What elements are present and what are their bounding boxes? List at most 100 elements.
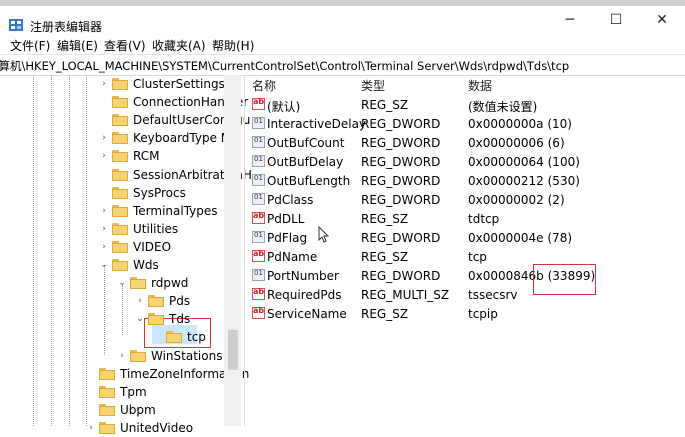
folder-icon — [148, 295, 164, 308]
tree-scrollbar-thumb[interactable] — [228, 330, 238, 370]
string-value-icon — [252, 97, 265, 110]
value-data: tdtcp — [468, 212, 500, 226]
folder-icon — [99, 367, 115, 380]
annotation-box-port — [533, 264, 596, 295]
chevron-right-icon[interactable]: › — [99, 206, 109, 216]
folder-icon — [112, 222, 128, 235]
tree-item-tpm[interactable]: Tpm — [86, 383, 147, 401]
menu-view[interactable]: 查看(V) — [104, 37, 146, 54]
tree-item-pds[interactable]: › Pds — [135, 292, 190, 310]
value-data: 0x00000064 (100) — [468, 155, 580, 169]
folder-icon — [112, 78, 128, 90]
tree-item-terminaltypes[interactable]: › TerminalTypes — [99, 202, 218, 220]
value-data: (数值未设置) — [468, 100, 538, 114]
tree-scrollbar[interactable] — [224, 75, 241, 426]
chevron-down-icon[interactable]: ⌄ — [99, 260, 109, 270]
binary-value-icon — [252, 231, 265, 243]
value-name: PdDLL — [267, 212, 305, 226]
chevron-right-icon[interactable]: › — [99, 79, 109, 89]
tree-item-tds[interactable]: ⌄ Tds — [135, 310, 190, 328]
value-row-outbufcount[interactable]: OutBufCount REG_DWORD 0x00000006 (6) — [252, 134, 682, 153]
menu-help[interactable]: 帮助(H) — [212, 37, 254, 54]
folder-icon — [112, 259, 128, 271]
menu-favorites[interactable]: 收藏夹(A) — [152, 37, 206, 54]
column-header-name[interactable]: 名称 — [252, 77, 276, 94]
minimize-button[interactable]: ─ — [547, 6, 593, 34]
address-bar[interactable]: 计算机\HKEY_LOCAL_MACHINE\SYSTEM\CurrentCon… — [0, 54, 685, 76]
value-name: PdFlag — [267, 231, 308, 245]
value-type: REG_DWORD — [361, 136, 441, 150]
value-row-pdclass[interactable]: PdClass REG_DWORD 0x00000002 (2) — [252, 191, 682, 210]
tree-item-label: rdpwd — [151, 276, 189, 291]
pane-splitter[interactable] — [244, 75, 245, 426]
binary-value-icon — [252, 117, 265, 129]
value-row-pdflag[interactable]: PdFlag REG_DWORD 0x0000004e (78) — [252, 229, 682, 248]
tree-item-wds[interactable]: ⌄ Wds — [99, 256, 159, 274]
tree-item-utilities[interactable]: › Utilities — [99, 220, 178, 238]
value-row-requiredpds[interactable]: RequiredPds REG_MULTI_SZ tssecsrv — [252, 286, 682, 305]
folder-icon — [112, 114, 128, 127]
value-data: 0x00000002 (2) — [468, 193, 565, 207]
menu-edit[interactable]: 编辑(E) — [57, 37, 98, 54]
window-title: 注册表编辑器 — [30, 20, 103, 34]
value-name: OutBufLength — [267, 174, 351, 188]
chevron-right-icon[interactable]: › — [86, 423, 96, 433]
value-row-interactivedelay[interactable]: InteractiveDelayREG_DWORD 0x0000000a (10) — [252, 115, 682, 134]
value-type: REG_SZ — [361, 212, 409, 226]
value-row-outbufdelay[interactable]: OutBufDelay REG_DWORD 0x00000064 (100) — [252, 153, 682, 172]
value-row-servicename[interactable]: ServiceName REG_SZ tcpip — [252, 305, 682, 324]
tree-item-unitedvideo[interactable]: › UnitedVideo — [86, 419, 193, 437]
tree-item-tcp[interactable]: tcp — [153, 328, 206, 346]
tree-guide-line — [122, 285, 123, 335]
value-type: REG_DWORD — [361, 269, 441, 283]
chevron-right-icon[interactable]: › — [99, 242, 109, 252]
chevron-down-icon[interactable]: ⌄ — [117, 278, 127, 288]
value-data: tcp — [468, 250, 487, 264]
binary-value-icon — [252, 269, 265, 281]
tree-item-clustersettings[interactable]: › ClusterSettings — [99, 75, 225, 93]
chevron-right-icon[interactable]: › — [99, 224, 109, 234]
tree-item-label: SysProcs — [133, 185, 186, 200]
folder-icon — [99, 403, 115, 416]
chevron-right-icon[interactable]: › — [99, 133, 109, 143]
tree-item-rcm[interactable]: › RCM — [99, 147, 159, 165]
tree-item-video[interactable]: › VIDEO — [99, 238, 171, 256]
folder-icon — [130, 277, 146, 290]
tree-item-label: Wds — [133, 258, 159, 272]
value-data: 0x0000004e (78) — [468, 231, 573, 245]
value-row-outbuflength[interactable]: OutBufLength REG_DWORD 0x00000212 (530) — [252, 172, 682, 191]
value-type: REG_DWORD — [361, 231, 441, 245]
value-row-pdname[interactable]: PdName REG_SZ tcp — [252, 248, 682, 267]
chevron-right-icon[interactable]: › — [135, 296, 145, 306]
column-header-data[interactable]: 数据 — [468, 77, 492, 94]
chevron-down-icon[interactable]: ⌄ — [135, 314, 145, 324]
tree-guide-line — [33, 75, 34, 426]
maximize-button[interactable]: ☐ — [593, 6, 639, 34]
tree-item-ubpm[interactable]: Ubpm — [86, 401, 156, 419]
tree-item-rdpwd[interactable]: ⌄ rdpwd — [117, 274, 188, 292]
chevron-right-icon[interactable]: › — [117, 351, 127, 361]
tree-item-label: Tds — [169, 312, 191, 327]
string-value-icon — [252, 249, 265, 262]
close-button[interactable]: ✕ — [639, 6, 685, 34]
value-name: PdClass — [267, 193, 314, 207]
folder-icon — [166, 331, 182, 344]
chevron-right-icon[interactable]: › — [99, 151, 109, 161]
address-path[interactable]: 计算机\HKEY_LOCAL_MACHINE\SYSTEM\CurrentCon… — [0, 58, 569, 74]
menu-file[interactable]: 文件(F) — [10, 37, 50, 54]
menu-bar: 文件(F) 编辑(E) 查看(V) 收藏夹(A) 帮助(H) — [0, 34, 685, 54]
value-data: tcpip — [468, 307, 498, 321]
tree-item-label: TerminalTypes — [133, 203, 218, 218]
folder-icon — [148, 313, 164, 326]
tree-item-sysprocs[interactable]: SysProcs — [99, 184, 186, 202]
value-name: (默认) — [267, 100, 301, 114]
column-header-type[interactable]: 类型 — [361, 77, 385, 94]
tree-item-winstations[interactable]: › WinStations — [117, 347, 222, 365]
value-row-pddll[interactable]: PdDLL REG_SZ tdtcp — [252, 210, 682, 229]
value-type: REG_DWORD — [361, 155, 441, 169]
value-type: REG_DWORD — [361, 117, 441, 131]
value-row--[interactable]: (默认) REG_SZ (数值未设置) — [252, 96, 682, 115]
tree-item-keyboardtype-ma[interactable]: › KeyboardType Ma — [99, 129, 238, 147]
value-row-portnumber[interactable]: PortNumberREG_DWORD0x0000846b (33899) — [252, 267, 682, 286]
tree-guide-line — [69, 75, 70, 426]
